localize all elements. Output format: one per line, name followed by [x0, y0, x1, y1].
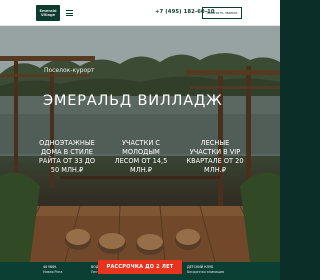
bottom-item-desc: Новая Рига	[43, 269, 63, 274]
installment-promo-button[interactable]: РАССРОЧКА ДО 2 ЛЕТ	[98, 260, 182, 274]
bottom-item-desc: Бесдонная анимация	[187, 269, 224, 274]
hamburger-menu-icon[interactable]	[66, 10, 73, 16]
logo[interactable]: Emerald Village	[36, 5, 60, 21]
hero-section: Поселок-курорт ЭМЕРАЛЬД ВИЛЛАДЖ ОДНОЭТАЖ…	[0, 26, 280, 262]
feature-houses: ОДНОЭТАЖНЫЕ ДОМА В СТИЛЕ РАЙТА ОТ 33 ДО …	[38, 139, 96, 174]
site-header: Emerald Village +7 (495) 182-60-10 Заказ…	[0, 0, 280, 26]
page: Emerald Village +7 (495) 182-60-10 Заказ…	[0, 0, 280, 280]
callback-button[interactable]: Заказать звонок	[202, 7, 242, 19]
hero-subtitle: Поселок-курорт	[44, 67, 95, 74]
feature-forest-plots: УЧАСТКИ С МОЛОДЫМ ЛЕСОМ ОТ 14,5 МЛН.₽	[114, 139, 168, 174]
feature-vip-plots: ЛЕСНЫЕ УЧАСТКИ В VIP КВАРТАЛЕ ОТ 20 МЛН.…	[186, 139, 244, 174]
hero-title: ЭМЕРАЛЬД ВИЛЛАДЖ	[43, 93, 223, 109]
logo-line-2: Village	[40, 13, 56, 17]
bottom-item-distance: 40 МИН. Новая Рига	[43, 265, 62, 274]
bottom-item-kids-club: ДЕТСКИЙ КЛУБ Бесдонная анимация	[187, 265, 224, 274]
